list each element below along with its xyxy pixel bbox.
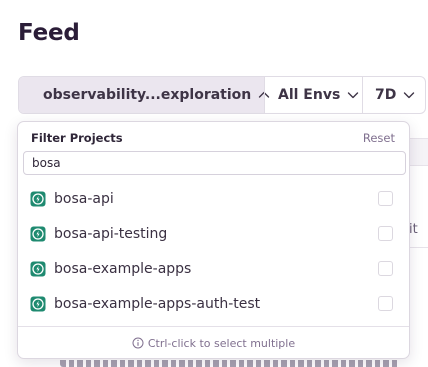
project-selector-label: observability...exploration — [43, 87, 252, 103]
background-partial-text: it — [409, 222, 418, 237]
lightning-bolt-icon — [30, 296, 46, 311]
background-obscured-text — [60, 360, 400, 367]
multi-select-hint: Ctrl-click to select multiple — [147, 336, 296, 350]
project-option[interactable]: bosa-api-testing — [18, 216, 409, 251]
project-option-checkbox[interactable] — [378, 261, 393, 276]
page-title: Feed — [18, 20, 80, 46]
project-selector-button[interactable]: observability...exploration — [19, 77, 270, 113]
page-filter-bar: observability...exploration All Envs 7D — [18, 76, 426, 114]
project-option-label: bosa-api-testing — [54, 225, 168, 242]
background-table-header — [408, 138, 428, 166]
project-option-checkbox[interactable] — [378, 226, 393, 241]
project-filter-dropdown: Filter Projects Reset bosa-api bosa-api-… — [17, 121, 410, 359]
background-divider — [410, 247, 428, 248]
project-option-label: bosa-example-apps — [54, 260, 192, 277]
chevron-down-icon — [346, 88, 360, 102]
project-option-label: bosa-api — [54, 190, 114, 207]
dropdown-footer: Ctrl-click to select multiple — [18, 326, 409, 359]
project-option[interactable]: bosa-example-apps-auth-test — [18, 286, 409, 321]
dropdown-title: Filter Projects — [31, 131, 123, 145]
reset-button[interactable]: Reset — [363, 131, 395, 145]
environment-selector-label: All Envs — [278, 87, 341, 103]
project-option-label: bosa-example-apps-auth-test — [54, 295, 261, 312]
environment-selector-button[interactable]: All Envs — [264, 77, 362, 113]
chevron-down-icon — [402, 88, 416, 102]
lightning-bolt-icon — [30, 226, 46, 241]
date-range-selector-button[interactable]: 7D — [362, 77, 425, 113]
project-search-input[interactable] — [23, 151, 406, 175]
project-option[interactable]: bosa-api — [18, 181, 409, 216]
lightning-bolt-icon — [30, 191, 46, 206]
project-option-checkbox[interactable] — [378, 191, 393, 206]
lightning-bolt-icon — [30, 261, 46, 276]
dropdown-header: Filter Projects Reset — [31, 130, 395, 146]
project-option[interactable]: bosa-example-apps — [18, 251, 409, 286]
date-range-label: 7D — [375, 87, 397, 103]
project-option-checkbox[interactable] — [378, 296, 393, 311]
info-circle-icon — [132, 337, 144, 349]
